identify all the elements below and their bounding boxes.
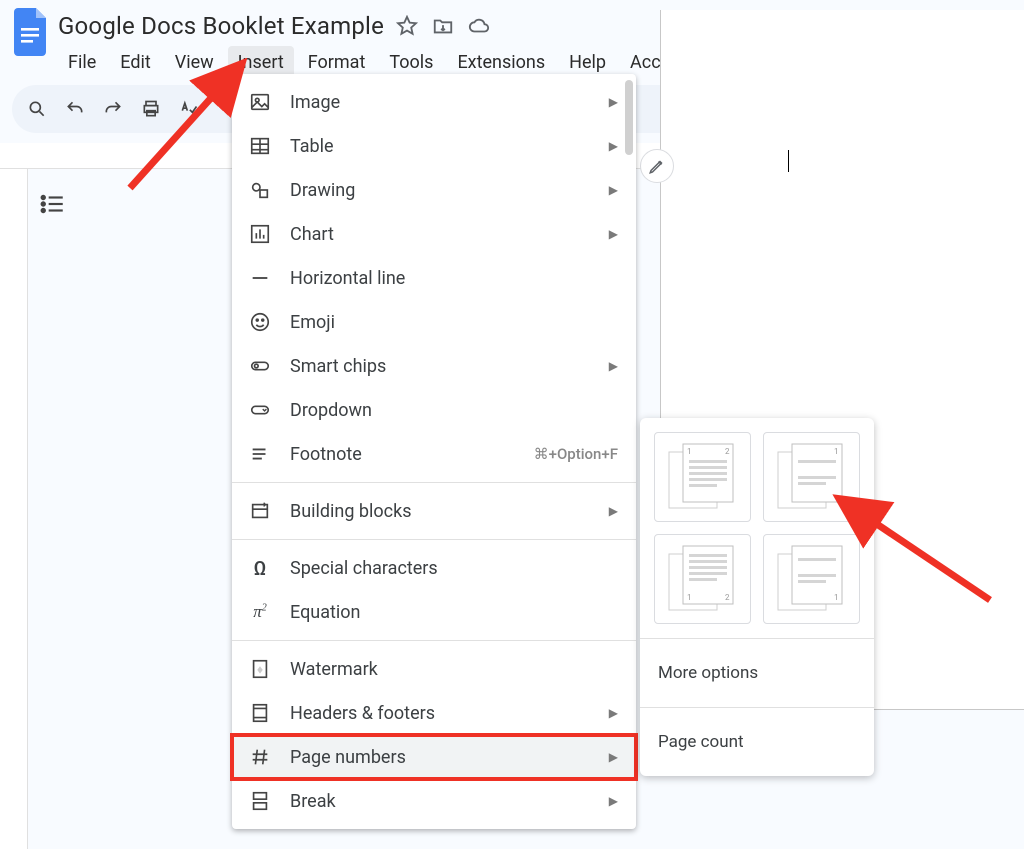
menu-item-break[interactable]: Break ▶: [232, 779, 636, 823]
divider: [232, 539, 636, 540]
divider: [640, 707, 874, 708]
more-options-item[interactable]: More options: [654, 653, 860, 693]
pagenum-header-all[interactable]: 12: [654, 432, 751, 522]
chevron-right-icon: ▶: [609, 794, 618, 808]
annotation-arrow-thumb: [830, 490, 1000, 610]
annotation-arrow-insert: [120, 58, 260, 198]
undo-icon[interactable]: [64, 98, 86, 120]
pi-icon: π2: [248, 600, 272, 624]
chevron-right-icon: ▶: [609, 227, 618, 241]
svg-text:1: 1: [834, 447, 839, 456]
menu-item-label: Watermark: [290, 659, 618, 680]
menu-item-equation[interactable]: π2 Equation: [232, 590, 636, 634]
emoji-icon: [248, 310, 272, 334]
vertical-ruler[interactable]: [0, 169, 28, 849]
star-icon[interactable]: [396, 15, 418, 37]
chevron-right-icon: ▶: [609, 706, 618, 720]
menu-item-label: Footnote: [290, 444, 516, 465]
menu-item-label: Drawing: [290, 180, 591, 201]
menu-item-headers-footers[interactable]: Headers & footers ▶: [232, 691, 636, 735]
menu-item-label: Headers & footers: [290, 703, 591, 724]
hash-icon: [248, 745, 272, 769]
menu-item-smart-chips[interactable]: Smart chips ▶: [232, 344, 636, 388]
menu-item-label: Equation: [290, 602, 618, 623]
shortcut-label: ⌘+Option+F: [534, 445, 618, 463]
menu-item-label: Chart: [290, 224, 591, 245]
text-cursor: [788, 150, 789, 172]
watermark-icon: [248, 657, 272, 681]
menu-item-watermark[interactable]: Watermark: [232, 647, 636, 691]
page-count-item[interactable]: Page count: [654, 722, 860, 762]
menu-item-label: Break: [290, 791, 591, 812]
docs-logo[interactable]: [12, 8, 52, 56]
menu-item-special-characters[interactable]: Ω Special characters: [232, 546, 636, 590]
menu-item-dropdown[interactable]: Dropdown: [232, 388, 636, 432]
menu-item-label: Smart chips: [290, 356, 591, 377]
menu-item-table[interactable]: Table ▶: [232, 124, 636, 168]
pagenum-footer-all[interactable]: 12: [654, 534, 751, 624]
divider: [232, 640, 636, 641]
menu-item-image[interactable]: Image ▶: [232, 80, 636, 124]
hline-icon: [248, 266, 272, 290]
omega-icon: Ω: [248, 556, 272, 580]
edit-mode-icon[interactable]: [640, 149, 674, 183]
chevron-right-icon: ▶: [609, 359, 618, 373]
menu-item-page-numbers[interactable]: Page numbers ▶: [232, 735, 636, 779]
document-title[interactable]: Google Docs Booklet Example: [58, 12, 384, 40]
menu-item-drawing[interactable]: Drawing ▶: [232, 168, 636, 212]
menu-item-footnote[interactable]: Footnote ⌘+Option+F: [232, 432, 636, 476]
chips-icon: [248, 354, 272, 378]
menu-item-label: Dropdown: [290, 400, 618, 421]
menu-item-label: Emoji: [290, 312, 618, 333]
move-icon[interactable]: [432, 15, 454, 37]
svg-text:1: 1: [687, 593, 692, 602]
menu-file[interactable]: File: [58, 46, 106, 79]
menu-item-chart[interactable]: Chart ▶: [232, 212, 636, 256]
headers-icon: [248, 701, 272, 725]
svg-text:2: 2: [725, 447, 730, 456]
cloud-icon[interactable]: [468, 15, 490, 37]
chevron-right-icon: ▶: [609, 504, 618, 518]
menu-item-label: Horizontal line: [290, 268, 618, 289]
menu-item-emoji[interactable]: Emoji: [232, 300, 636, 344]
menu-item-building-blocks[interactable]: Building blocks ▶: [232, 489, 636, 533]
divider: [232, 482, 636, 483]
chevron-right-icon: ▶: [609, 139, 618, 153]
break-icon: [248, 789, 272, 813]
menu-item-label: Page numbers: [290, 747, 591, 768]
insert-dropdown: Image ▶ Table ▶ Drawing ▶ Chart ▶ Horizontal lin…: [232, 74, 636, 829]
search-icon[interactable]: [26, 98, 48, 120]
blocks-icon: [248, 499, 272, 523]
dropdown-icon: [248, 398, 272, 422]
chevron-right-icon: ▶: [609, 183, 618, 197]
outline-icon[interactable]: [40, 193, 66, 849]
footnote-icon: [248, 442, 272, 466]
menu-item-label: Special characters: [290, 558, 618, 579]
menu-item-label: Image: [290, 92, 591, 113]
chevron-right-icon: ▶: [609, 750, 618, 764]
chevron-right-icon: ▶: [609, 95, 618, 109]
menu-item-label: Building blocks: [290, 501, 591, 522]
svg-text:1: 1: [687, 447, 692, 456]
svg-text:2: 2: [725, 593, 730, 602]
menu-item-label: Table: [290, 136, 591, 157]
divider: [640, 638, 874, 639]
menu-item-horizontal-line[interactable]: Horizontal line: [232, 256, 636, 300]
chart-icon: [248, 222, 272, 246]
